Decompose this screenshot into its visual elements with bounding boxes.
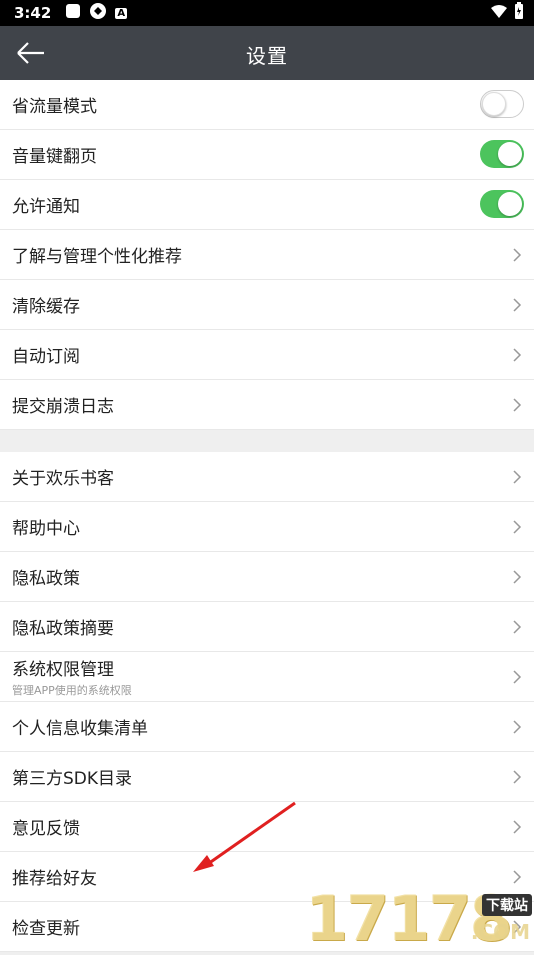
chevron-right-icon: [513, 770, 522, 784]
chevron-right-icon: [513, 470, 522, 484]
app-toolbar: 设置: [0, 26, 534, 80]
sync-notification-icon: [89, 2, 107, 24]
toggle-knob: [482, 92, 506, 116]
setting-label: 隐私政策摘要: [12, 619, 114, 639]
chevron-right-icon: [513, 720, 522, 734]
text-badge-icon: A: [115, 7, 128, 19]
watermark-tag: 下载站: [482, 894, 532, 916]
chevron-right-icon: [513, 570, 522, 584]
wifi-icon: [490, 4, 508, 22]
chevron-right-icon: [513, 398, 522, 412]
status-time: 3:42: [14, 4, 52, 22]
app-notification-icon: [65, 3, 81, 23]
setting-third-party-sdk[interactable]: 第三方SDK目录: [0, 752, 534, 802]
watermark-suffix: .COM: [470, 920, 530, 944]
setting-label: 推荐给好友: [12, 869, 97, 889]
setting-data-saver[interactable]: 省流量模式: [0, 80, 534, 130]
setting-label: 检查更新: [12, 919, 80, 939]
setting-privacy-policy[interactable]: 隐私政策: [0, 552, 534, 602]
setting-label: 允许通知: [12, 197, 80, 217]
setting-system-permissions[interactable]: 系统权限管理 管理APP使用的系统权限: [0, 652, 534, 702]
page-title: 设置: [246, 44, 288, 68]
setting-sublabel: 管理APP使用的系统权限: [12, 684, 132, 697]
data-saver-toggle[interactable]: [480, 90, 524, 118]
setting-label: 隐私政策: [12, 569, 80, 589]
chevron-right-icon: [513, 820, 522, 834]
setting-label: 系统权限管理: [12, 660, 114, 680]
chevron-right-icon: [513, 620, 522, 634]
setting-label: 帮助中心: [12, 519, 80, 539]
setting-label: 第三方SDK目录: [12, 769, 133, 789]
toggle-knob: [498, 142, 522, 166]
chevron-right-icon: [513, 670, 522, 684]
chevron-right-icon: [513, 520, 522, 534]
setting-label: 清除缓存: [12, 297, 80, 317]
chevron-right-icon: [513, 348, 522, 362]
status-bar: 3:42 A: [0, 0, 534, 26]
setting-label: 提交崩溃日志: [12, 397, 114, 417]
setting-personal-info-list[interactable]: 个人信息收集清单: [0, 702, 534, 752]
setting-volume-key-page[interactable]: 音量键翻页: [0, 130, 534, 180]
setting-auto-subscribe[interactable]: 自动订阅: [0, 330, 534, 380]
setting-label: 意见反馈: [12, 819, 80, 839]
setting-personalized-recommendation[interactable]: 了解与管理个性化推荐: [0, 230, 534, 280]
setting-submit-crash-log[interactable]: 提交崩溃日志: [0, 380, 534, 430]
setting-privacy-summary[interactable]: 隐私政策摘要: [0, 602, 534, 652]
settings-list: 省流量模式 音量键翻页 允许通知 了解与管理个性化推荐 清除缓存 自动订阅 提交…: [0, 80, 534, 952]
chevron-right-icon: [513, 870, 522, 884]
setting-clear-cache[interactable]: 清除缓存: [0, 280, 534, 330]
setting-label: 个人信息收集清单: [12, 719, 148, 739]
settings-group-2: 关于欢乐书客 帮助中心 隐私政策 隐私政策摘要 系统权限管理 管理APP使用的系…: [0, 452, 534, 952]
setting-help-center[interactable]: 帮助中心: [0, 502, 534, 552]
setting-feedback[interactable]: 意见反馈: [0, 802, 534, 852]
notifications-toggle[interactable]: [480, 190, 524, 218]
chevron-right-icon: [513, 248, 522, 262]
setting-label: 关于欢乐书客: [12, 469, 114, 489]
volume-key-toggle[interactable]: [480, 140, 524, 168]
section-divider: [0, 430, 534, 452]
watermark-logo: 17178 下载站 .COM: [305, 888, 534, 950]
setting-allow-notifications[interactable]: 允许通知: [0, 180, 534, 230]
chevron-right-icon: [513, 298, 522, 312]
setting-about[interactable]: 关于欢乐书客: [0, 452, 534, 502]
toggle-knob: [498, 192, 522, 216]
settings-group-1: 省流量模式 音量键翻页 允许通知 了解与管理个性化推荐 清除缓存 自动订阅 提交…: [0, 80, 534, 430]
battery-icon: [514, 2, 524, 24]
setting-label: 音量键翻页: [12, 147, 97, 167]
setting-label: 自动订阅: [12, 347, 80, 367]
setting-label: 省流量模式: [12, 97, 97, 117]
setting-label: 了解与管理个性化推荐: [12, 247, 182, 267]
